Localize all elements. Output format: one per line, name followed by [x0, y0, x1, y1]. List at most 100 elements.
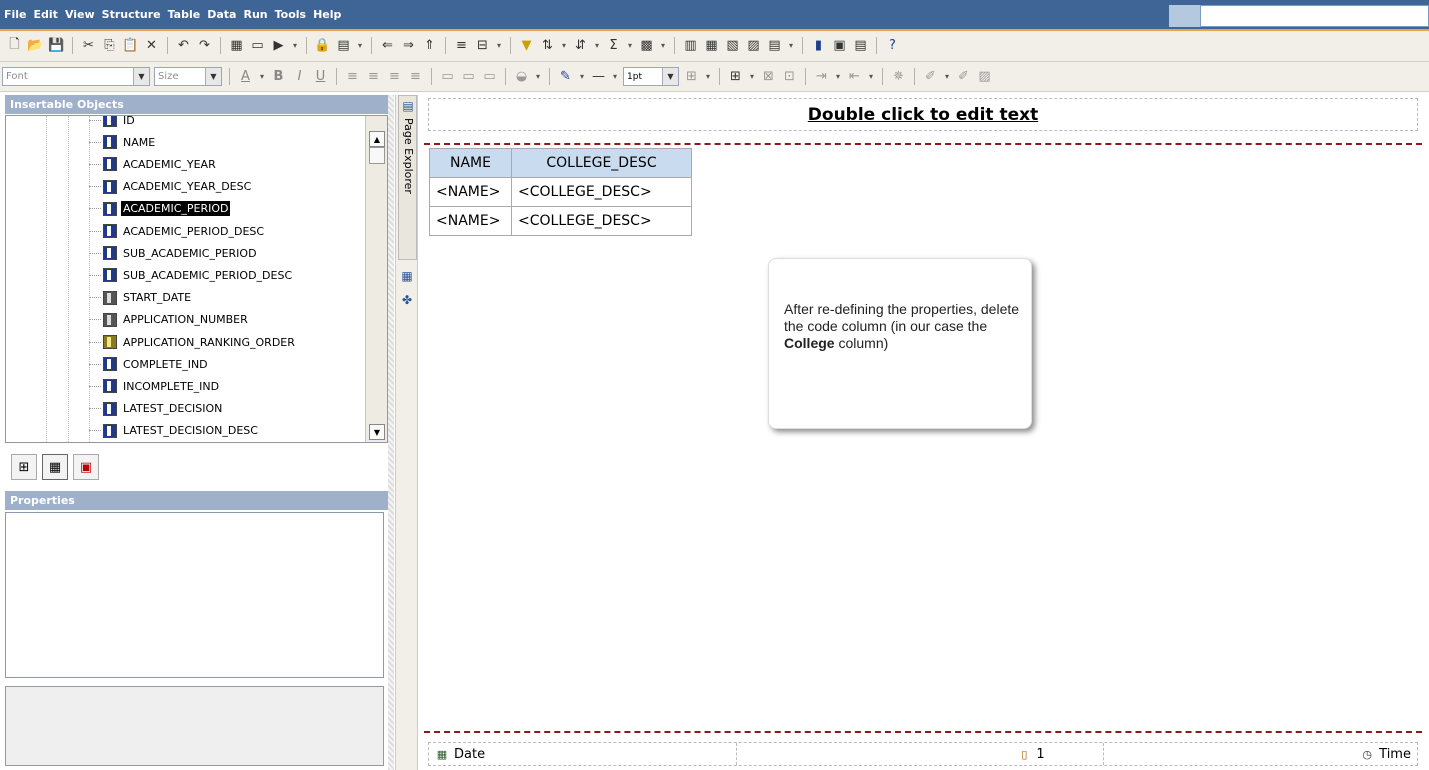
layout-dropdown-icon[interactable]: ▾: [787, 37, 795, 54]
pick-style-icon[interactable]: ✐: [922, 68, 939, 85]
font-select[interactable]: Font ▼: [2, 67, 150, 86]
chevron-down-icon[interactable]: ▼: [662, 68, 678, 85]
tree-item[interactable]: APPLICATION_NUMBER: [89, 309, 250, 331]
fill-color-icon[interactable]: ◒: [513, 68, 530, 85]
arrow-right-icon[interactable]: ⇒: [400, 37, 417, 54]
tree-item[interactable]: ID: [89, 116, 137, 131]
align-right-icon[interactable]: ≡: [386, 68, 403, 85]
valign-top-icon[interactable]: ▭: [439, 68, 456, 85]
tree-item[interactable]: INCOMPLETE_IND: [89, 375, 221, 397]
run-dropdown-icon[interactable]: ▾: [291, 37, 299, 54]
delete-icon[interactable]: ✕: [143, 37, 160, 54]
open-icon[interactable]: 📂: [27, 37, 44, 54]
drill-icon[interactable]: ▣: [831, 37, 848, 54]
page-icon[interactable]: ▤: [335, 37, 352, 54]
report-icon[interactable]: ▦: [228, 37, 245, 54]
footer-date-cell[interactable]: ▦ Date: [429, 743, 738, 765]
tree-item[interactable]: ACADEMIC_YEAR: [89, 153, 218, 175]
query-explorer-icon[interactable]: ▦: [399, 268, 415, 284]
line-style-icon[interactable]: —: [590, 68, 607, 85]
data-items-tab-icon[interactable]: ▦: [42, 454, 68, 480]
table-cell-college-desc[interactable]: <COLLEGE_DESC>: [511, 206, 692, 236]
valign-middle-icon[interactable]: ▭: [460, 68, 477, 85]
outdent-icon[interactable]: ⇤: [846, 68, 863, 85]
menu-tools[interactable]: Tools: [275, 8, 306, 21]
paste-icon[interactable]: 📋: [122, 37, 139, 54]
borders-dropdown-icon[interactable]: ▾: [704, 68, 712, 85]
page-title[interactable]: Double click to edit text: [808, 105, 1038, 125]
menu-table[interactable]: Table: [168, 8, 201, 21]
toolbox-tab-icon[interactable]: ▣: [73, 454, 99, 480]
scroll-down-icon[interactable]: ▼: [369, 424, 385, 440]
footer-page-cell[interactable]: ▯ 1: [737, 743, 1104, 765]
border-color-icon[interactable]: ✎: [557, 68, 574, 85]
fill-color-dropdown-icon[interactable]: ▾: [534, 68, 542, 85]
arrow-left-icon[interactable]: ⇐: [379, 37, 396, 54]
page-layout-icon[interactable]: ▤: [766, 37, 783, 54]
menu-help[interactable]: Help: [313, 8, 341, 21]
split-cells-icon[interactable]: ⊡: [781, 68, 798, 85]
new-icon[interactable]: 🗋: [6, 37, 23, 54]
italic-icon[interactable]: I: [291, 68, 308, 85]
copy-icon[interactable]: ⎘: [101, 37, 118, 54]
tree-item[interactable]: LATEST_DECISION_DESC: [89, 420, 260, 442]
line-style-dropdown-icon[interactable]: ▾: [611, 68, 619, 85]
properties-pane[interactable]: [5, 512, 384, 678]
save-icon[interactable]: 💾: [48, 37, 65, 54]
table-cell-name[interactable]: <NAME>: [429, 206, 512, 236]
insert-table-icon[interactable]: ▨: [745, 37, 762, 54]
run-icon[interactable]: ▶: [270, 37, 287, 54]
bold-icon[interactable]: B: [270, 68, 287, 85]
redo-icon[interactable]: ↷: [196, 37, 213, 54]
group-dropdown-icon[interactable]: ▾: [495, 37, 503, 54]
tree-scrollbar[interactable]: ▲ ▼: [365, 116, 387, 442]
align-center-icon[interactable]: ≡: [365, 68, 382, 85]
sort2-dropdown-icon[interactable]: ▾: [593, 37, 601, 54]
menu-file[interactable]: File: [4, 8, 27, 21]
conditional-style-icon[interactable]: ✵: [890, 68, 907, 85]
tree-item[interactable]: LATEST_DECISION: [89, 398, 224, 420]
tree-item[interactable]: COMPLETE_IND: [89, 353, 210, 375]
font-color-icon[interactable]: A: [237, 68, 254, 85]
condition-explorer-icon[interactable]: ✤: [399, 292, 415, 308]
justify-icon[interactable]: ≡: [407, 68, 424, 85]
filter-icon[interactable]: ▼: [518, 37, 535, 54]
borders-icon[interactable]: ⊞: [683, 68, 700, 85]
line-width-select[interactable]: 1pt ▼: [623, 67, 679, 86]
menu-structure[interactable]: Structure: [102, 8, 161, 21]
page-dropdown-icon[interactable]: ▾: [356, 37, 364, 54]
pivot-icon[interactable]: ▧: [724, 37, 741, 54]
panel-splitter[interactable]: [388, 95, 394, 770]
search-input[interactable]: [1200, 5, 1429, 27]
table-cell-college-desc[interactable]: <COLLEGE_DESC>: [511, 177, 692, 207]
builder-icon[interactable]: ▤: [852, 37, 869, 54]
tree-item[interactable]: SUB_ACADEMIC_PERIOD_DESC: [89, 264, 294, 286]
font-color-dropdown-icon[interactable]: ▾: [258, 68, 266, 85]
tree-item[interactable]: SUB_ACADEMIC_PERIOD: [89, 242, 259, 264]
list-table[interactable]: NAME COLLEGE_DESC <NAME> <COLLEGE_DESC> …: [429, 148, 692, 236]
align-left-icon[interactable]: ≡: [344, 68, 361, 85]
outdent-dropdown-icon[interactable]: ▾: [867, 68, 875, 85]
menu-run[interactable]: Run: [243, 8, 267, 21]
menu-view[interactable]: View: [65, 8, 95, 21]
arrow-up-icon[interactable]: ⇑: [421, 37, 438, 54]
border-color-dropdown-icon[interactable]: ▾: [578, 68, 586, 85]
scroll-thumb[interactable]: [369, 147, 385, 164]
clear-style-icon[interactable]: ▨: [976, 68, 993, 85]
group-icon[interactable]: ⊟: [474, 37, 491, 54]
indent-dropdown-icon[interactable]: ▾: [834, 68, 842, 85]
chevron-down-icon[interactable]: ▼: [133, 68, 149, 85]
tree-item[interactable]: NAME: [89, 131, 157, 153]
title-block[interactable]: Double click to edit text: [428, 98, 1418, 131]
lock-icon[interactable]: 🔒: [314, 37, 331, 54]
sort-descending-icon[interactable]: ⇵: [572, 37, 589, 54]
chart-icon[interactable]: ▮: [810, 37, 827, 54]
table-style-icon[interactable]: ⊞: [727, 68, 744, 85]
sort-ascending-icon[interactable]: ⇅: [539, 37, 556, 54]
chevron-down-icon[interactable]: ▼: [205, 68, 221, 85]
indent-icon[interactable]: ⇥: [813, 68, 830, 85]
menu-data[interactable]: Data: [207, 8, 236, 21]
merge-cells-icon[interactable]: ⊠: [760, 68, 777, 85]
summary-dropdown-icon[interactable]: ▾: [626, 37, 634, 54]
table-style-dropdown-icon[interactable]: ▾: [748, 68, 756, 85]
